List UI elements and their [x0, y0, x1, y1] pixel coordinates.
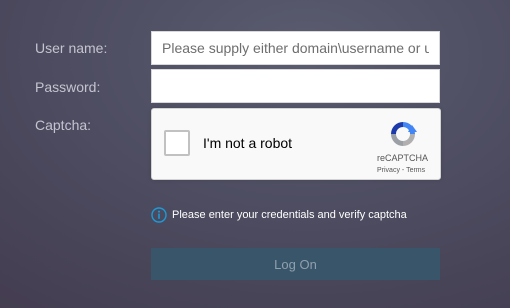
info-circle-icon: [151, 207, 167, 223]
info-message-text: Please enter your credentials and verify…: [172, 209, 407, 221]
username-input[interactable]: [151, 31, 440, 65]
not-a-robot-label: I'm not a robot: [203, 135, 293, 151]
log-on-button[interactable]: Log On: [151, 248, 440, 280]
recaptcha-brand-text: reCAPTCHA: [377, 153, 429, 163]
username-label: User name:: [35, 40, 108, 56]
recaptcha-links: Privacy - Terms: [377, 167, 425, 174]
password-input[interactable]: [151, 69, 440, 103]
captcha-label: Captcha:: [35, 117, 92, 133]
recaptcha-logo-icon: [391, 122, 417, 146]
password-label: Password:: [35, 79, 101, 95]
info-message: Please enter your credentials and verify…: [151, 206, 407, 224]
terms-link[interactable]: Terms: [406, 167, 425, 174]
not-a-robot-checkbox[interactable]: [164, 130, 190, 156]
recaptcha-widget: I'm not a robot reCAPTCHA Privacy - Term…: [151, 108, 441, 180]
privacy-link[interactable]: Privacy: [377, 167, 400, 174]
